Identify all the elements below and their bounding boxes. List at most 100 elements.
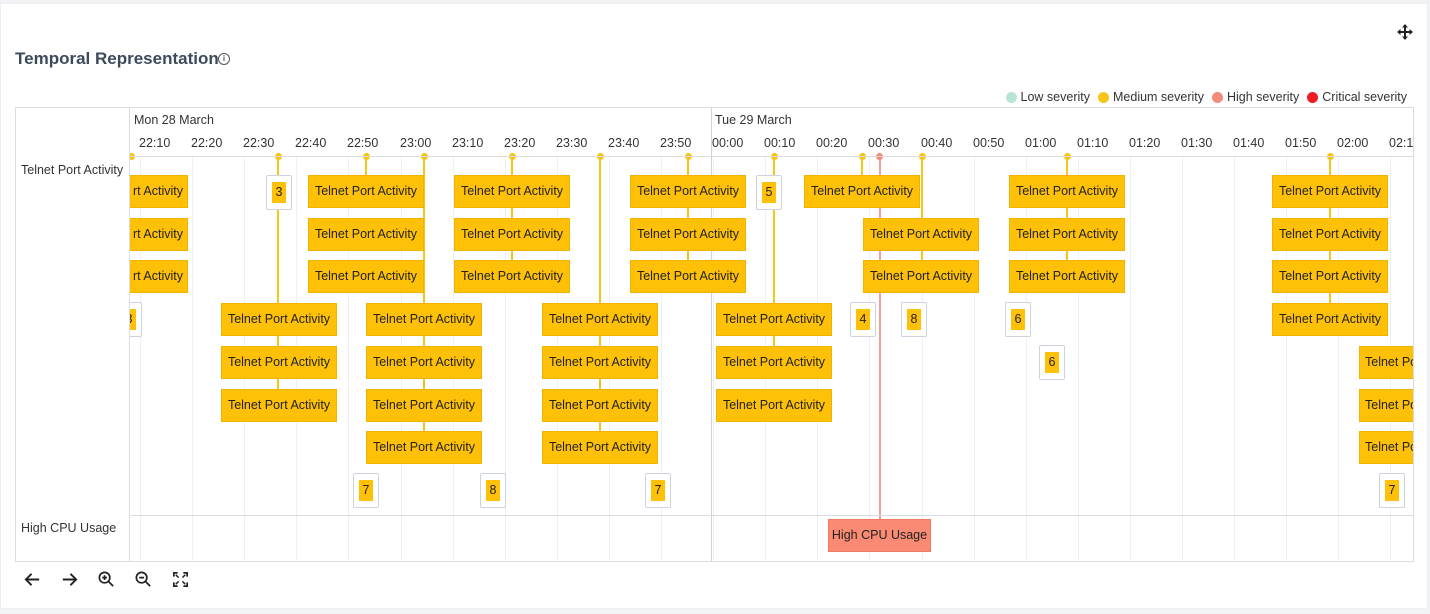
grid-line <box>453 516 454 561</box>
event-telnet-port-activity[interactable]: Telnet Port Activity <box>1272 175 1388 208</box>
grid-line <box>765 516 766 561</box>
cluster-badge[interactable]: 5 <box>756 175 782 210</box>
grid-line <box>1286 516 1287 561</box>
cluster-badge[interactable]: 6 <box>1005 302 1031 337</box>
cluster-badge[interactable]: 4 <box>850 302 876 337</box>
grid-line <box>661 156 662 515</box>
time-tick-label: 00:20 <box>816 136 848 150</box>
grid-line <box>713 156 714 515</box>
grid-line <box>401 516 402 561</box>
time-tick-label: 01:00 <box>1025 136 1057 150</box>
event-telnet-port-activity[interactable]: Telnet Port Activity <box>1272 303 1388 336</box>
event-high-cpu-usage[interactable]: High CPU Usage <box>828 519 931 552</box>
temporal-panel: Temporal Representation i Low severity M… <box>0 3 1428 609</box>
event-telnet-port-activity[interactable]: Telnet Port Activity <box>863 260 979 293</box>
grid-line <box>1026 516 1027 561</box>
time-tick-label: 22:30 <box>243 136 275 150</box>
timeline[interactable]: Telnet Port Activity High CPU Usage Mon … <box>15 107 1414 562</box>
grid-line <box>1078 516 1079 561</box>
event-telnet-port-activity[interactable]: Telnet Port Activity <box>221 303 337 336</box>
event-telnet-port-activity[interactable]: Telnet Port Activity <box>630 175 746 208</box>
event-telnet-port-activity[interactable]: Telnet Port Activity <box>630 218 746 251</box>
time-tick-label: 01:20 <box>1129 136 1161 150</box>
grid-line <box>609 516 610 561</box>
event-telnet-port-activity[interactable]: Telnet Port Activity <box>454 175 570 208</box>
event-telnet-port-activity[interactable]: Telnet Port Activity <box>454 218 570 251</box>
zoom-out-icon[interactable] <box>134 570 153 589</box>
fit-screen-icon[interactable] <box>171 570 190 589</box>
event-telnet-port-activity[interactable]: Telnet Po <box>1359 389 1413 422</box>
event-telnet-port-activity[interactable]: Telnet Port Activity <box>366 303 482 336</box>
grid-line <box>1390 516 1391 561</box>
event-telnet-port-activity[interactable]: Telnet Port Activity <box>863 218 979 251</box>
event-telnet-port-activity[interactable]: Telnet Port Activity <box>804 175 920 208</box>
cluster-badge[interactable]: 8 <box>480 473 506 508</box>
event-telnet-port-activity[interactable]: Telnet Port Activity <box>716 303 832 336</box>
grid-line <box>661 516 662 561</box>
time-tick-label: 00:40 <box>921 136 953 150</box>
event-telnet-port-activity[interactable]: Telnet Port Activity <box>542 346 658 379</box>
time-tick-label: 23:20 <box>504 136 536 150</box>
info-icon[interactable]: i <box>218 53 230 65</box>
grid-line <box>140 516 141 561</box>
event-telnet-port-activity[interactable]: Telnet Port Activity <box>221 389 337 422</box>
event-telnet-port-activity[interactable]: Telnet Port Activity <box>716 346 832 379</box>
grid-line <box>1182 516 1183 561</box>
severity-legend: Low severity Medium severity High severi… <box>1005 90 1407 104</box>
time-tick-label: 23:30 <box>556 136 588 150</box>
time-tick-label: 22:50 <box>347 136 379 150</box>
cluster-badge[interactable]: 6 <box>1039 345 1065 380</box>
event-telnet-port-activity[interactable]: Telnet Port Activity <box>308 260 424 293</box>
zoom-in-icon[interactable] <box>97 570 116 589</box>
event-telnet-port-activity[interactable]: Telnet Port Activity <box>716 389 832 422</box>
arrow-left-icon[interactable] <box>23 570 42 589</box>
event-telnet-port-activity[interactable]: Telnet Port Activity <box>1009 260 1125 293</box>
time-tick-label: 02:00 <box>1337 136 1369 150</box>
timeline-toolbar <box>23 570 190 589</box>
event-telnet-port-activity[interactable]: Telnet Port Activity <box>221 346 337 379</box>
legend-medium: Medium severity <box>1098 90 1204 104</box>
grid-line <box>557 516 558 561</box>
cluster-count: 5 <box>762 182 776 203</box>
legend-critical: Critical severity <box>1307 90 1407 104</box>
event-telnet-port-activity[interactable]: Telnet Port Activity <box>630 260 746 293</box>
event-telnet-port-activity[interactable]: Telnet Po <box>1359 431 1413 464</box>
time-tick-label: 22:20 <box>191 136 223 150</box>
event-telnet-port-activity[interactable]: Telnet Port Activity <box>1009 175 1125 208</box>
arrow-right-icon[interactable] <box>60 570 79 589</box>
event-telnet-port-activity[interactable]: Telnet Port Activity <box>366 346 482 379</box>
move-icon[interactable] <box>1396 23 1414 41</box>
time-tick-label: 02:1 <box>1389 136 1414 150</box>
group-divider <box>16 515 1413 516</box>
event-telnet-port-activity[interactable]: Telnet Port Activity <box>366 389 482 422</box>
date-label: Tue 29 March <box>715 113 792 127</box>
cluster-count: 4 <box>856 309 870 330</box>
cluster-badge[interactable]: 8 <box>901 302 927 337</box>
legend-label: Medium severity <box>1113 90 1204 104</box>
event-telnet-port-activity[interactable]: Telnet Port Activity <box>308 175 424 208</box>
cluster-count: 6 <box>1011 309 1025 330</box>
cluster-badge[interactable]: 7 <box>353 473 379 508</box>
cluster-badge[interactable]: 7 <box>645 473 671 508</box>
legend-label: Critical severity <box>1322 90 1407 104</box>
event-telnet-port-activity[interactable]: Telnet Port Activity <box>542 431 658 464</box>
event-telnet-port-activity[interactable]: Telnet Port Activity <box>542 303 658 336</box>
event-telnet-port-activity[interactable]: Telnet Po <box>1359 346 1413 379</box>
header-divider <box>16 156 1413 157</box>
cluster-count: 6 <box>1045 352 1059 373</box>
grid-line <box>1182 156 1183 515</box>
cluster-badge[interactable]: 7 <box>1379 473 1405 508</box>
cluster-badge[interactable]: 3 <box>266 175 292 210</box>
event-telnet-port-activity[interactable]: Telnet Port Activity <box>454 260 570 293</box>
event-telnet-port-activity[interactable]: Telnet Port Activity <box>366 431 482 464</box>
event-telnet-port-activity[interactable]: Telnet Port Activity <box>542 389 658 422</box>
event-telnet-port-activity[interactable]: Telnet Port Activity <box>1272 218 1388 251</box>
grid-line <box>713 516 714 561</box>
time-tick-label: 00:50 <box>973 136 1005 150</box>
legend-dot-critical <box>1307 91 1319 103</box>
event-telnet-port-activity[interactable]: Telnet Port Activity <box>1009 218 1125 251</box>
time-tick-label: 23:40 <box>608 136 640 150</box>
event-telnet-port-activity[interactable]: Telnet Port Activity <box>308 218 424 251</box>
grid-line <box>192 156 193 515</box>
event-telnet-port-activity[interactable]: Telnet Port Activity <box>1272 260 1388 293</box>
